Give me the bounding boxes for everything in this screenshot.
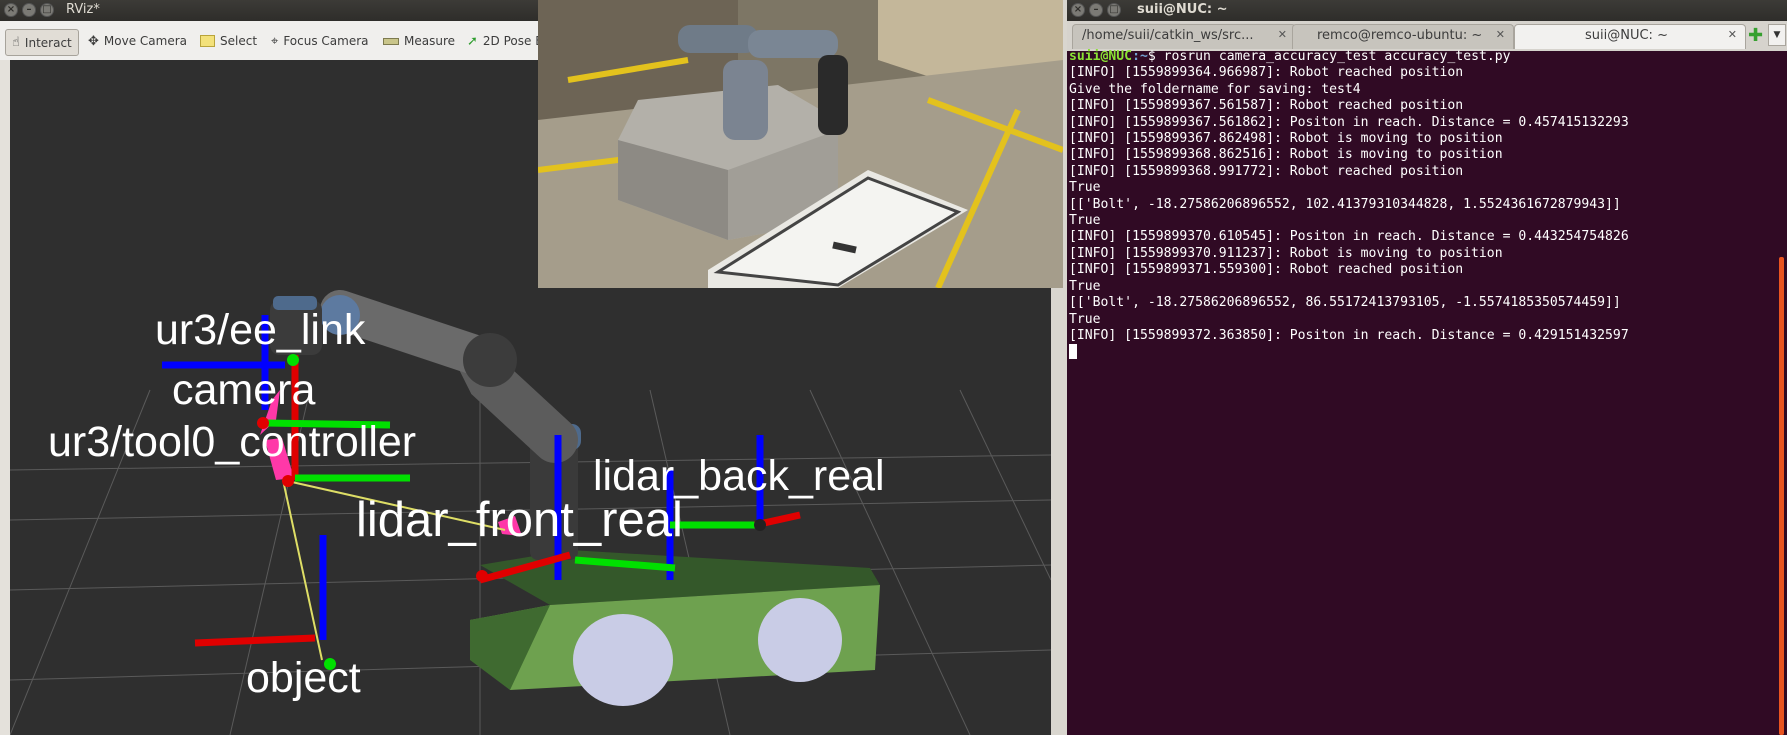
maximize-window-icon[interactable]: □ [1107,3,1121,17]
output-line: True [1069,278,1101,294]
focus-camera-tool-label: Focus Camera [283,34,369,48]
wheel-back [758,598,842,682]
left-panel-splitter[interactable] [0,60,10,735]
output-line: Give the foldername for saving: test4 [1069,81,1361,97]
output-line: [['Bolt', -18.27586206896552, 86.5517241… [1069,295,1621,311]
output-line: [INFO] [1559899372.363850]: Positon in r… [1069,327,1629,343]
close-tab-icon[interactable]: ✕ [1728,28,1737,41]
frame-label-camera: camera [172,366,316,414]
select-icon [200,35,215,47]
measure-tool-button[interactable]: Measure [383,29,455,53]
output-line: True [1069,213,1101,229]
terminal-titlebar: × – □ suii@NUC: ~ [1067,0,1787,21]
tab-remco[interactable]: remco@remco-ubuntu: ~ ✕ [1292,24,1514,49]
tab-label: remco@remco-ubuntu: ~ [1317,28,1483,43]
interact-tool-label: Interact [24,35,72,50]
measure-tool-label: Measure [404,34,455,48]
terminal-scrollbar[interactable] [1779,257,1784,735]
new-tab-plus-icon[interactable]: ✚ [1748,25,1763,46]
prompt-path: :~ [1132,49,1148,64]
2d-pose-estimate-tool-button[interactable]: ➚ 2D Pose E [467,29,543,53]
hand-icon: ☝ [12,35,20,50]
tab-label: suii@NUC: ~ [1585,28,1668,43]
terminal-cursor [1069,344,1077,360]
close-window-icon[interactable]: × [4,3,18,17]
close-tab-icon[interactable]: ✕ [1496,28,1505,41]
select-tool-label: Select [220,34,258,48]
close-window-icon[interactable]: × [1071,3,1085,17]
frame-label-tool0-controller: ur3/tool0_controller [48,418,417,466]
output-line: [INFO] [1559899367.862498]: Robot is mov… [1069,131,1503,147]
rviz-window-title: RViz* [66,2,100,17]
focus-camera-tool-button[interactable]: ⌖ Focus Camera [271,29,369,53]
output-line: [INFO] [1559899364.966987]: Robot reache… [1069,65,1464,81]
mobile-base [470,550,880,706]
frame-label-object: object [246,654,361,702]
frame-label-lidar-front: lidar_front_real [356,493,683,547]
interact-tool-button[interactable]: ☝ Interact [5,29,79,56]
move-camera-tool-button[interactable]: ✥ Move Camera [88,29,187,53]
frame-label-ee-link: ur3/ee_link [155,306,366,354]
output-line: [['Bolt', -18.27586206896552, 102.413793… [1069,196,1621,212]
prompt-user: suii@NUC [1069,49,1133,64]
move-camera-icon: ✥ [88,33,99,49]
wheel-front [573,614,673,706]
terminal-window-title: suii@NUC: ~ [1137,2,1228,17]
move-camera-tool-label: Move Camera [103,34,187,48]
tab-menu-chevron-icon[interactable]: ▼ [1768,24,1786,46]
minimize-window-icon[interactable]: – [1089,3,1103,17]
output-line: [INFO] [1559899367.561587]: Robot reache… [1069,98,1464,114]
terminal-output[interactable]: suii@NUC:~$ rosrun camera_accuracy_test … [1069,49,1769,729]
pose-arrow-icon: ➚ [467,33,478,49]
tab-suii-nuc[interactable]: suii@NUC: ~ ✕ [1514,24,1746,49]
camera-photo [538,0,1063,288]
output-line: [INFO] [1559899371.559300]: Robot reache… [1069,262,1464,278]
minimize-window-icon[interactable]: – [22,3,36,17]
tab-label: /home/suii/catkin_ws/src... [1082,28,1254,43]
camera-feed-image [538,0,1063,288]
output-line: True [1069,180,1101,196]
output-line: True [1069,311,1101,327]
terminal-tab-bar: /home/suii/catkin_ws/src... ✕ remco@remc… [1067,21,1787,51]
maximize-window-icon[interactable]: □ [40,3,54,17]
output-line: [INFO] [1559899368.991772]: Robot reache… [1069,163,1464,179]
tab-catkin-ws[interactable]: /home/suii/catkin_ws/src... ✕ [1072,24,1296,49]
output-line: [INFO] [1559899370.911237]: Robot is mov… [1069,245,1503,261]
command-text: rosrun camera_accuracy_test accuracy_tes… [1163,49,1511,64]
close-tab-icon[interactable]: ✕ [1278,28,1287,41]
output-line: [INFO] [1559899370.610545]: Positon in r… [1069,229,1629,245]
prompt-symbol: $ [1147,49,1164,64]
output-line: [INFO] [1559899368.862516]: Robot is mov… [1069,147,1503,163]
select-tool-button[interactable]: Select [200,29,257,53]
focus-camera-icon: ⌖ [271,33,279,49]
output-line: [INFO] [1559899367.561862]: Positon in r… [1069,114,1629,130]
2d-pose-estimate-tool-label: 2D Pose E [482,34,543,48]
measure-icon [383,37,399,45]
terminal-window: × – □ suii@NUC: ~ /home/suii/catkin_ws/s… [1067,0,1787,735]
